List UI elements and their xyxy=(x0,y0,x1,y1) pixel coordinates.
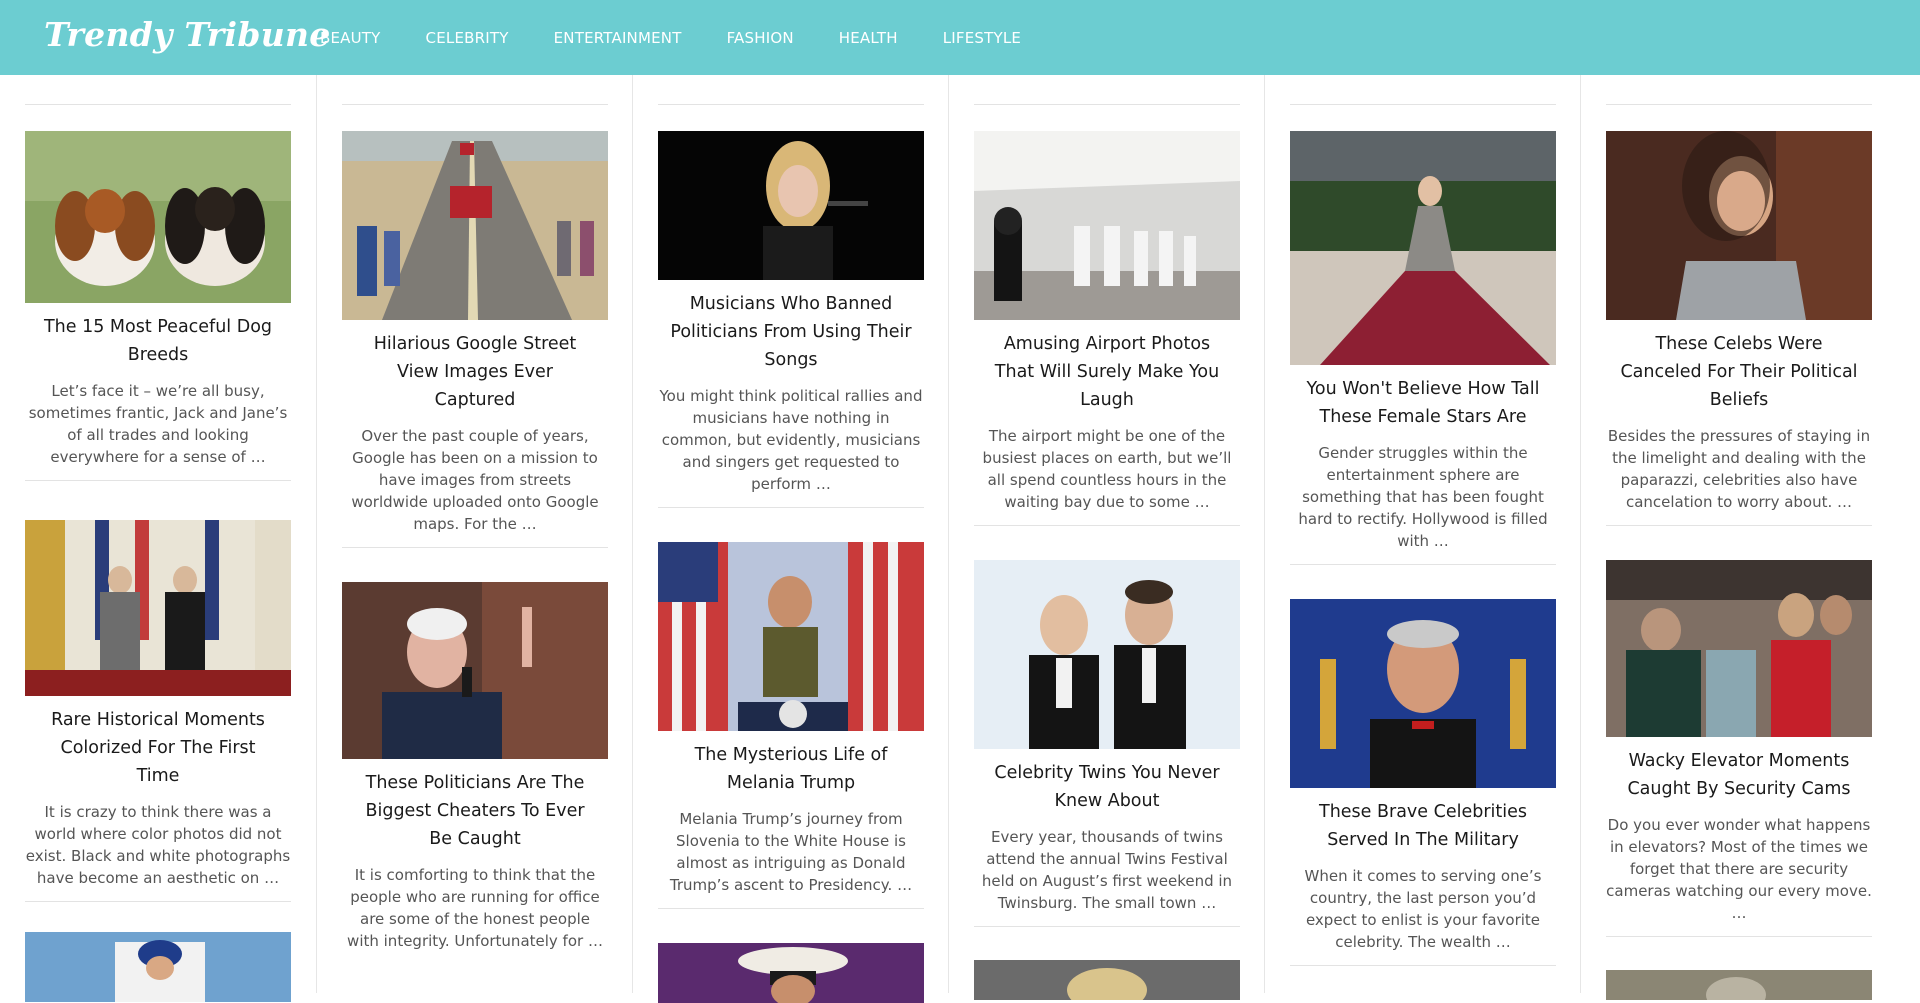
article-excerpt: It is crazy to think there was a world w… xyxy=(25,803,291,887)
article-title[interactable]: Musicians Who Banned Politicians From Us… xyxy=(658,290,924,374)
article-card[interactable]: You Won't Believe How Tall These Female … xyxy=(1290,131,1556,565)
divider xyxy=(1606,525,1872,526)
divider xyxy=(1290,564,1556,565)
article-title[interactable]: Hilarious Google Street View Images Ever… xyxy=(342,330,608,414)
article-column-2: Hilarious Google Street View Images Ever… xyxy=(317,75,633,993)
article-card[interactable]: Wacky Elevator Moments Caught By Securit… xyxy=(1606,560,1872,937)
nav-beauty[interactable]: BEAUTY xyxy=(320,0,381,75)
dogs-photo[interactable] xyxy=(25,131,291,303)
article-column-3: Musicians Who Banned Politicians From Us… xyxy=(633,75,949,1003)
article-card[interactable]: Rare Historical Moments Colorized For Th… xyxy=(25,520,291,902)
article-excerpt: Over the past couple of years, Google ha… xyxy=(351,427,599,533)
article-card[interactable]: These Brave Celebrities Served In The Mi… xyxy=(1290,599,1556,966)
article-excerpt: Every year, thousands of twins attend th… xyxy=(981,828,1233,912)
divider xyxy=(25,104,291,105)
melania-photo[interactable] xyxy=(658,542,924,731)
article-card[interactable]: The Mysterious Life of Melania Trump Mel… xyxy=(658,542,924,909)
article-excerpt: You might think political rallies and mu… xyxy=(659,387,923,493)
article-excerpt: Gender struggles within the entertainmen… xyxy=(1298,444,1548,550)
article-column-5: You Won't Believe How Tall These Female … xyxy=(1265,75,1581,993)
nav-fashion[interactable]: FASHION xyxy=(727,0,794,75)
article-title[interactable]: Rare Historical Moments Colorized For Th… xyxy=(25,706,291,790)
nav-celebrity[interactable]: CELEBRITY xyxy=(426,0,509,75)
article-grid: The 15 Most Peaceful Dog Breeds Let’s fa… xyxy=(0,75,1920,1003)
main-nav: BEAUTY CELEBRITY ENTERTAINMENT FASHION H… xyxy=(320,0,1066,75)
divider xyxy=(1606,936,1872,937)
site-logo[interactable]: Trendy Tribune xyxy=(44,10,331,60)
article-column-4: Amusing Airport Photos That Will Surely … xyxy=(949,75,1265,1000)
historical-photo[interactable] xyxy=(25,520,291,696)
blonde-photo[interactable] xyxy=(974,960,1240,1000)
article-card[interactable] xyxy=(658,943,924,1003)
divider xyxy=(658,507,924,508)
article-card[interactable] xyxy=(974,960,1240,1000)
article-title[interactable]: Wacky Elevator Moments Caught By Securit… xyxy=(1606,747,1872,803)
divider xyxy=(342,547,608,548)
singer-photo[interactable] xyxy=(658,131,924,280)
article-excerpt: The airport might be one of the busiest … xyxy=(982,427,1232,511)
divider xyxy=(1290,104,1556,105)
article-title[interactable]: Amusing Airport Photos That Will Surely … xyxy=(974,330,1240,414)
article-card[interactable]: Amusing Airport Photos That Will Surely … xyxy=(974,131,1240,526)
crowd-photo[interactable] xyxy=(1606,970,1872,1000)
article-title[interactable]: The 15 Most Peaceful Dog Breeds xyxy=(25,313,291,369)
twins-photo[interactable] xyxy=(974,560,1240,749)
article-column-6: These Celebs Were Canceled For Their Pol… xyxy=(1581,75,1920,1000)
article-card[interactable] xyxy=(1606,970,1872,1000)
site-header: Trendy Tribune BEAUTY CELEBRITY ENTERTAI… xyxy=(0,0,1920,75)
article-card[interactable]: Hilarious Google Street View Images Ever… xyxy=(342,131,608,548)
divider xyxy=(1606,104,1872,105)
article-title[interactable]: The Mysterious Life of Melania Trump xyxy=(658,741,924,797)
divider xyxy=(1290,965,1556,966)
divider xyxy=(658,908,924,909)
article-excerpt: It is comforting to think that the peopl… xyxy=(347,866,603,950)
divider xyxy=(25,480,291,481)
nav-health[interactable]: HEALTH xyxy=(839,0,898,75)
article-card[interactable]: These Celebs Were Canceled For Their Pol… xyxy=(1606,131,1872,526)
divider xyxy=(342,104,608,105)
divider xyxy=(974,104,1240,105)
article-card[interactable]: The 15 Most Peaceful Dog Breeds Let’s fa… xyxy=(25,131,291,481)
article-excerpt: Let’s face it – we’re all busy, sometime… xyxy=(28,382,288,466)
article-card[interactable]: Celebrity Twins You Never Knew About Eve… xyxy=(974,560,1240,927)
article-title[interactable]: Celebrity Twins You Never Knew About xyxy=(974,759,1240,815)
airport-photo[interactable] xyxy=(974,131,1240,320)
musician-hat-photo[interactable] xyxy=(658,943,924,1003)
divider xyxy=(974,525,1240,526)
article-title[interactable]: These Brave Celebrities Served In The Mi… xyxy=(1290,798,1556,854)
nav-entertainment[interactable]: ENTERTAINMENT xyxy=(554,0,682,75)
actress-photo[interactable] xyxy=(1606,131,1872,320)
oscars-photo[interactable] xyxy=(1290,599,1556,788)
article-title[interactable]: You Won't Believe How Tall These Female … xyxy=(1290,375,1556,431)
baseball-photo[interactable] xyxy=(25,932,291,1002)
divider xyxy=(974,926,1240,927)
divider xyxy=(658,104,924,105)
article-column-1: The 15 Most Peaceful Dog Breeds Let’s fa… xyxy=(0,75,317,1002)
article-title[interactable]: These Politicians Are The Biggest Cheate… xyxy=(342,769,608,853)
article-title[interactable]: These Celebs Were Canceled For Their Pol… xyxy=(1606,330,1872,414)
elevator-photo[interactable] xyxy=(1606,560,1872,737)
article-excerpt: When it comes to serving one’s country, … xyxy=(1304,867,1542,951)
article-excerpt: Melania Trump’s journey from Slovenia to… xyxy=(669,810,913,894)
article-card[interactable] xyxy=(25,932,291,1002)
politician-photo[interactable] xyxy=(342,582,608,759)
article-card[interactable]: Musicians Who Banned Politicians From Us… xyxy=(658,131,924,508)
nav-lifestyle[interactable]: LIFESTYLE xyxy=(943,0,1021,75)
street-view-photo[interactable] xyxy=(342,131,608,320)
divider xyxy=(25,901,291,902)
article-excerpt: Do you ever wonder what happens in eleva… xyxy=(1606,816,1872,922)
article-excerpt: Besides the pressures of staying in the … xyxy=(1607,427,1871,511)
gown-photo[interactable] xyxy=(1290,131,1556,365)
article-card[interactable]: These Politicians Are The Biggest Cheate… xyxy=(342,582,608,952)
